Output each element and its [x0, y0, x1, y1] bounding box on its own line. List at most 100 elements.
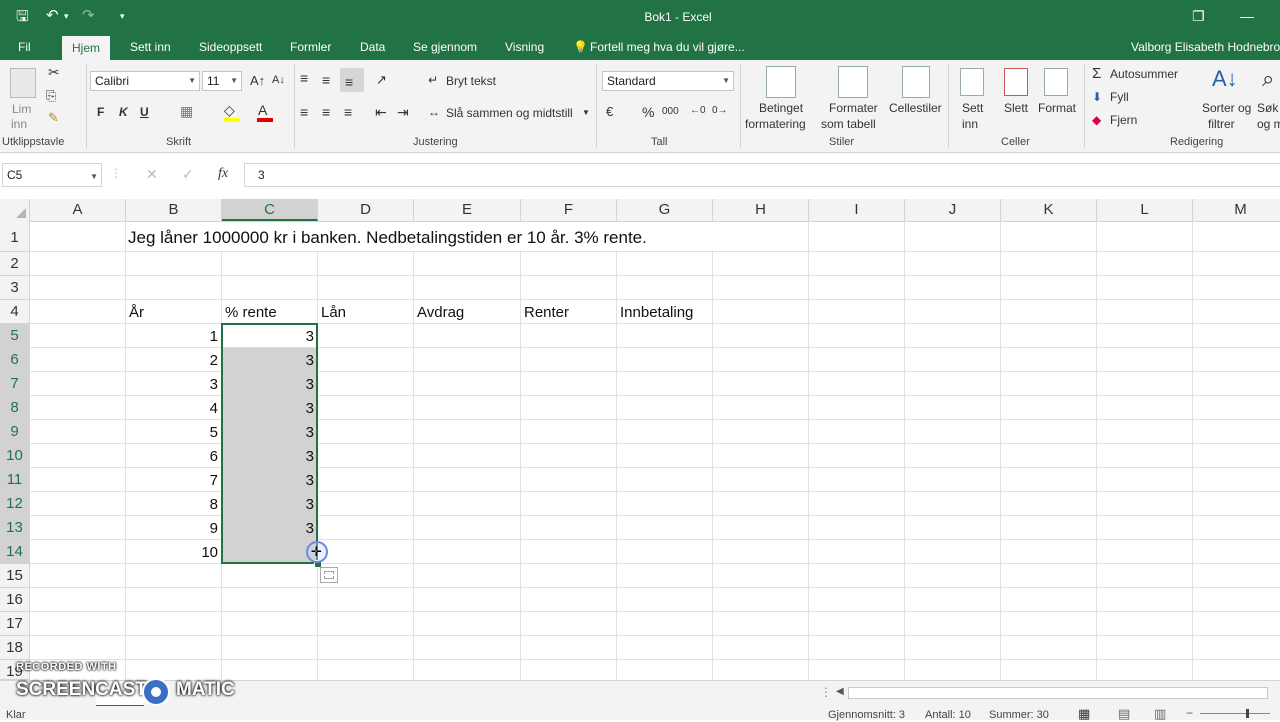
column-header[interactable]: A	[30, 199, 126, 221]
row-header[interactable]: 4	[0, 300, 30, 324]
conditional-formatting-icon[interactable]	[766, 66, 796, 98]
copy-icon[interactable]: ⎘	[46, 88, 56, 104]
row-header[interactable]: 13	[0, 516, 30, 540]
format-cells-button[interactable]: Format	[1038, 101, 1076, 115]
sort-filter-button[interactable]: Sorter og	[1202, 101, 1251, 115]
format-as-table-label[interactable]: som tabell	[821, 117, 876, 131]
merge-dropdown-icon[interactable]: ▼	[582, 108, 590, 117]
align-right-icon[interactable]: ≡	[344, 104, 352, 120]
find-select-button[interactable]: Søk	[1257, 101, 1278, 115]
clear-button[interactable]: Fjern	[1110, 113, 1137, 127]
zoom-slider-thumb[interactable]	[1246, 709, 1249, 718]
currency-icon[interactable]: €	[606, 104, 613, 119]
zoom-out-icon[interactable]: −	[1186, 706, 1193, 720]
paste-icon[interactable]	[10, 68, 36, 98]
format-as-table-button[interactable]: Formater	[829, 101, 878, 115]
column-header[interactable]: F	[521, 199, 617, 221]
font-color-icon[interactable]: A	[258, 102, 267, 118]
column-header[interactable]: L	[1097, 199, 1193, 221]
ribbon-display-icon[interactable]: ❐	[1192, 8, 1205, 25]
cell-C8[interactable]: 3	[222, 400, 314, 417]
column-header[interactable]: I	[809, 199, 905, 221]
row-header[interactable]: 18	[0, 636, 30, 660]
zoom-slider[interactable]	[1200, 713, 1270, 714]
cell-styles-icon[interactable]	[902, 66, 930, 98]
increase-font-icon[interactable]: A↑	[250, 73, 265, 88]
column-header[interactable]: M	[1193, 199, 1280, 221]
align-center-icon[interactable]: ≡	[322, 104, 330, 120]
row-header[interactable]: 6	[0, 348, 30, 372]
tab-formulas[interactable]: Formler	[290, 40, 331, 54]
select-all-corner[interactable]	[0, 199, 30, 221]
align-left-icon[interactable]: ≡	[300, 104, 308, 120]
cell-C11[interactable]: 3	[222, 472, 314, 489]
insert-cells-label[interactable]: inn	[962, 117, 978, 131]
cell-D4[interactable]: Lån	[321, 304, 346, 321]
cut-icon[interactable]: ✂	[48, 64, 60, 81]
percent-button[interactable]: %	[642, 104, 654, 120]
insert-cells-button[interactable]: Sett	[962, 101, 983, 115]
borders-icon[interactable]: ▦	[180, 103, 193, 120]
horizontal-scrollbar[interactable]	[848, 687, 1268, 699]
cell-C13[interactable]: 3	[222, 520, 314, 537]
align-top-icon[interactable]: ≡	[300, 70, 308, 86]
enter-icon[interactable]: ✓	[182, 166, 194, 183]
cell-B6[interactable]: 2	[126, 352, 218, 369]
decrease-indent-icon[interactable]: ⇤	[375, 104, 387, 121]
column-header[interactable]: G	[617, 199, 713, 221]
row-header[interactable]: 2	[0, 252, 30, 276]
cell-B9[interactable]: 5	[126, 424, 218, 441]
user-name[interactable]: Valborg Elisabeth Hodnebrog	[1131, 40, 1280, 54]
row-header[interactable]: 16	[0, 588, 30, 612]
number-format-select[interactable]: Standard ▼	[602, 71, 734, 91]
increase-decimal-icon[interactable]: ←0	[690, 105, 706, 116]
decrease-font-icon[interactable]: A↓	[272, 74, 285, 86]
cell-B14[interactable]: 10	[126, 544, 218, 561]
column-header[interactable]: K	[1001, 199, 1097, 221]
cell-C12[interactable]: 3	[222, 496, 314, 513]
row-header[interactable]: 12	[0, 492, 30, 516]
cell-F4[interactable]: Renter	[524, 304, 569, 321]
format-cells-icon[interactable]	[1044, 68, 1068, 96]
autosum-icon[interactable]: Σ	[1092, 65, 1101, 82]
row-header[interactable]: 10	[0, 444, 30, 468]
cell-C4[interactable]: % rente	[225, 304, 277, 321]
row-header[interactable]: 14	[0, 540, 30, 564]
increase-indent-icon[interactable]: ⇥	[397, 104, 409, 121]
conditional-formatting-button[interactable]: Betinget	[759, 101, 803, 115]
cell-B10[interactable]: 6	[126, 448, 218, 465]
column-header[interactable]: E	[414, 199, 521, 221]
tab-insert[interactable]: Sett inn	[130, 40, 171, 54]
cell-C10[interactable]: 3	[222, 448, 314, 465]
find-select-label[interactable]: og m	[1257, 117, 1280, 131]
formula-input[interactable]: 3	[244, 163, 1280, 187]
decrease-decimal-icon[interactable]: 0→	[712, 105, 728, 116]
font-name-select[interactable]: Calibri ▼	[90, 71, 200, 91]
tell-me-box[interactable]: Fortell meg hva du vil gjøre...	[590, 40, 745, 54]
wrap-text-button[interactable]: Bryt tekst	[446, 74, 496, 88]
merge-icon[interactable]: ↔	[428, 105, 440, 119]
fill-color-icon[interactable]: ◇	[224, 102, 235, 119]
row-header[interactable]: 5	[0, 324, 30, 348]
formula-value[interactable]: 3	[258, 168, 265, 182]
align-middle-icon[interactable]: ≡	[322, 72, 330, 88]
row-header[interactable]: 3	[0, 276, 30, 300]
scroll-left-icon[interactable]: ◀	[836, 686, 844, 697]
cell-B1[interactable]: Jeg låner 1000000 kr i banken. Nedbetali…	[128, 228, 647, 248]
paste-label[interactable]: Lim	[12, 102, 31, 116]
italic-button[interactable]: K	[119, 105, 128, 119]
column-header[interactable]: C	[222, 199, 318, 221]
delete-cells-button[interactable]: Slett	[1004, 101, 1028, 115]
find-select-icon[interactable]: ⌕	[1262, 66, 1274, 92]
row-header[interactable]: 11	[0, 468, 30, 492]
sort-filter-label[interactable]: filtrer	[1208, 117, 1235, 131]
row-header[interactable]: 7	[0, 372, 30, 396]
format-as-table-icon[interactable]	[838, 66, 868, 98]
conditional-formatting-label[interactable]: formatering	[745, 117, 806, 131]
orientation-icon[interactable]: ↗	[376, 72, 387, 88]
tab-review[interactable]: Se gjennom	[413, 40, 477, 54]
insert-function-button[interactable]: fx	[218, 166, 228, 182]
paste-label-2[interactable]: inn	[11, 117, 27, 131]
cell-B13[interactable]: 9	[126, 520, 218, 537]
align-bottom-icon[interactable]: ≡	[345, 74, 353, 90]
